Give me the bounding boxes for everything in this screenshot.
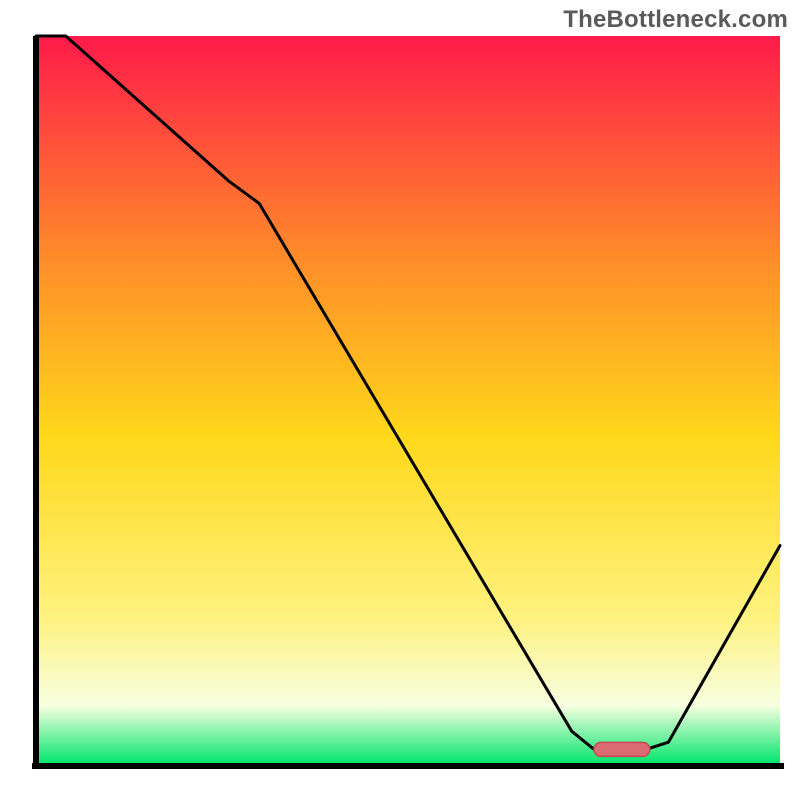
chart-svg [0,0,800,800]
optimum-marker [594,742,650,756]
watermark-label: TheBottleneck.com [563,6,788,34]
gradient-background [36,36,780,764]
bottleneck-chart: TheBottleneck.com [0,0,800,800]
